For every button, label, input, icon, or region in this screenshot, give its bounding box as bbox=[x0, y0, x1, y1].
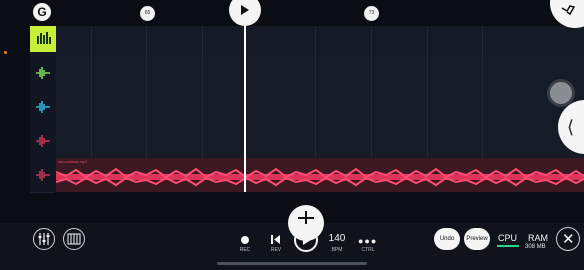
timeline-ruler[interactable] bbox=[30, 0, 584, 26]
track-header-red[interactable] bbox=[30, 124, 55, 159]
track-header-cyan[interactable] bbox=[30, 90, 55, 125]
mixer-sliders-button[interactable] bbox=[33, 228, 55, 250]
chevron-left-icon: ⟨ bbox=[567, 117, 575, 137]
preview-button[interactable]: Preview bbox=[464, 228, 490, 250]
loop-marker-start[interactable]: 65 bbox=[140, 6, 155, 21]
track-row-green[interactable] bbox=[56, 56, 584, 91]
ctrl-label: CTRL bbox=[361, 247, 375, 253]
track-header-audio[interactable] bbox=[30, 158, 55, 193]
logo-glyph: G bbox=[37, 5, 47, 19]
cpu-meter bbox=[497, 245, 519, 247]
waveform-icon bbox=[36, 169, 50, 181]
record-icon[interactable] bbox=[241, 236, 249, 244]
status-dot bbox=[4, 51, 7, 54]
play-icon bbox=[303, 235, 311, 245]
close-button[interactable]: ✕ bbox=[556, 227, 580, 251]
audio-waveform bbox=[56, 167, 584, 187]
close-icon: ✕ bbox=[562, 231, 575, 248]
sliders-icon bbox=[38, 233, 50, 245]
home-indicator bbox=[217, 262, 367, 265]
audio-clip[interactable]: smoochbak.mp3 bbox=[56, 158, 584, 192]
mixer-button[interactable] bbox=[30, 26, 56, 52]
ram-value: 308 MB bbox=[525, 244, 546, 250]
undo-button[interactable]: Undo bbox=[434, 228, 460, 250]
waveform-icon bbox=[36, 67, 50, 79]
rewind-label: REV bbox=[270, 247, 282, 253]
app-logo-button[interactable]: G bbox=[33, 3, 51, 21]
waveform-icon bbox=[36, 101, 50, 113]
piano-icon bbox=[67, 233, 81, 245]
waveform-icon bbox=[36, 135, 50, 147]
bpm-value[interactable]: 140 bbox=[324, 233, 350, 244]
track-header-green[interactable] bbox=[30, 56, 55, 91]
piano-roll-button[interactable] bbox=[63, 228, 85, 250]
play-button[interactable] bbox=[294, 228, 318, 252]
rewind-icon[interactable] bbox=[270, 234, 281, 245]
bpm-label: BPM bbox=[331, 247, 343, 253]
play-icon bbox=[241, 5, 249, 15]
more-dots-icon[interactable]: ●●● bbox=[358, 236, 377, 246]
loop-marker-end[interactable]: 73 bbox=[364, 6, 379, 21]
record-label: REC bbox=[239, 247, 251, 253]
track-row-cyan[interactable] bbox=[56, 90, 584, 125]
cpu-label: CPU bbox=[498, 233, 518, 243]
bird-icon bbox=[561, 5, 575, 15]
playhead-line[interactable] bbox=[244, 0, 246, 192]
ram-label: RAM bbox=[528, 233, 548, 243]
track-row-red[interactable] bbox=[56, 124, 584, 159]
